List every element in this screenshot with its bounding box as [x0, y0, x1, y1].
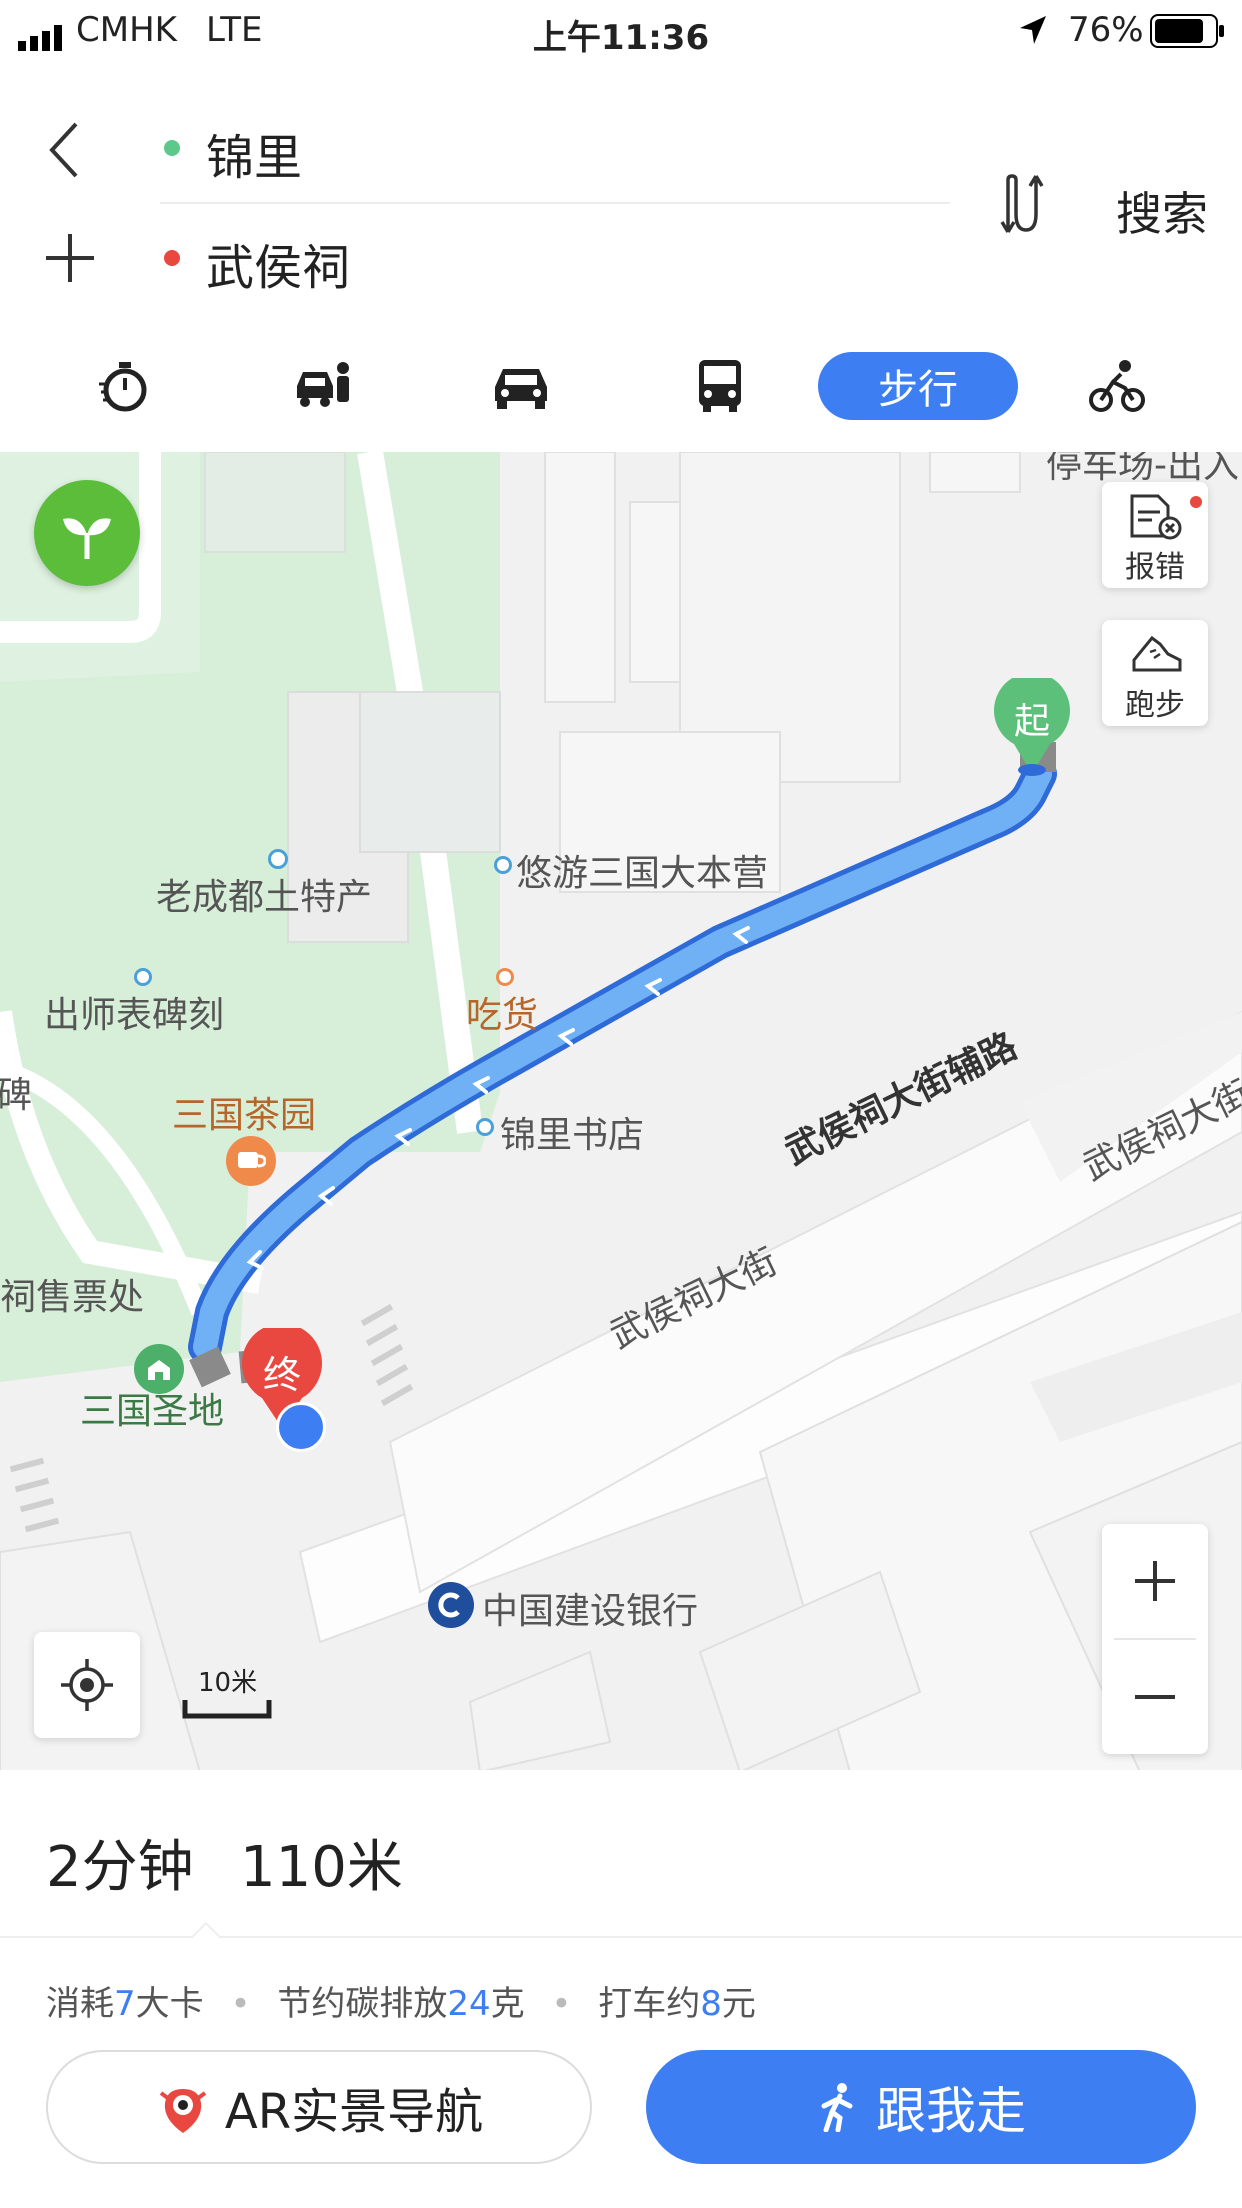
parking-pin-icon [276, 1402, 326, 1452]
map-label: 出师表碑刻 [44, 995, 225, 1036]
running-label: 跑步 [1125, 688, 1185, 723]
origin-text: 锦里 [206, 130, 303, 186]
walking-person-icon [821, 2083, 853, 2132]
map-view[interactable]: 停车场-出入口 老成都土特产 悠游三国大本营 出师表碑刻 吃货 明碑 三国茶园 … [0, 452, 1242, 1770]
swap-route-icon[interactable] [996, 174, 1056, 238]
locate-icon [61, 1659, 113, 1711]
battery-icon [1150, 14, 1226, 57]
scale-bar: 10米 [182, 1662, 272, 1722]
battery-percent: 76% [1068, 10, 1144, 50]
add-waypoint-icon[interactable] [44, 232, 96, 288]
mode-bike[interactable] [1017, 352, 1217, 420]
taxi-icon [297, 362, 349, 407]
ar-navigation-label: AR实景导航 [224, 2084, 484, 2140]
calories-prefix: 消耗 [46, 1984, 114, 2024]
mode-walk[interactable]: 步行 [818, 352, 1018, 420]
car-icon [495, 369, 547, 409]
cafe-icon [226, 1136, 276, 1186]
clock: 上午11:36 [532, 18, 710, 58]
carbon-value: 24 [447, 1984, 491, 2024]
carbon-prefix: 节约碳排放 [277, 1984, 448, 2024]
separator-dot: • [551, 1984, 572, 2024]
locate-button[interactable] [34, 1632, 140, 1738]
poi-dot [134, 968, 152, 986]
search-button[interactable]: 搜索 [1116, 178, 1208, 244]
panel-notch [191, 1921, 221, 1951]
separator-dot: • [230, 1984, 251, 2024]
route-stats: 消耗7大卡 • 节约碳排放24克 • 打车约8元 [46, 1976, 756, 2025]
minus-icon [1135, 1695, 1175, 1699]
duration-text: 2分钟 [46, 1835, 194, 1900]
map-label: 老成都土特产 [156, 877, 373, 918]
mode-taxi[interactable] [223, 352, 423, 420]
notification-dot [1190, 496, 1202, 508]
ar-navigation-button[interactable]: AR实景导航 [46, 2050, 592, 2164]
map-label: 三国茶园 [172, 1095, 317, 1136]
destination-dot [164, 250, 180, 266]
map-label: 明碑 [0, 1075, 33, 1116]
ar-mascot-icon [159, 2089, 207, 2133]
map-label: 侯祠售票处 [0, 1277, 145, 1318]
transport-mode-bar: 步行 [0, 342, 1242, 452]
taxi-value: 8 [700, 1984, 722, 2024]
map-label: 悠游三国大本营 [516, 853, 769, 894]
leaf-icon[interactable] [34, 480, 140, 586]
route-header: 锦里 武侯祠 搜索 步行 [0, 62, 1242, 452]
poi-dot [494, 856, 512, 874]
poi-dot [496, 968, 514, 986]
report-error-label: 报错 [1125, 550, 1185, 585]
mode-bus[interactable] [620, 352, 820, 420]
taxi-prefix: 打车约 [598, 1984, 701, 2024]
destination-text: 武侯祠 [206, 240, 351, 296]
report-error-button[interactable]: 报错 [1102, 482, 1208, 588]
taxi-unit: 元 [721, 1984, 756, 2024]
mode-drive[interactable] [421, 352, 621, 420]
bus-icon [699, 360, 741, 412]
route-summary-panel: 2分钟 110米 消耗7大卡 • 节约碳排放24克 • 打车约8元 AR实景导航… [0, 1770, 1242, 2208]
end-marker-label: 终 [262, 1353, 301, 1397]
calories-value: 7 [114, 1984, 136, 2024]
location-arrow-icon [1018, 14, 1048, 55]
stopwatch-icon [99, 362, 147, 412]
scale-label: 10米 [198, 1668, 258, 1698]
follow-me-label: 跟我走 [876, 2082, 1026, 2140]
poi-dot [476, 1118, 494, 1136]
calories-unit: 大卡 [135, 1984, 204, 2024]
origin-dot [164, 140, 180, 156]
distance-text: 110米 [240, 1835, 403, 1900]
bike-icon [1089, 360, 1145, 412]
report-doc-icon [1130, 494, 1182, 540]
running-button[interactable]: 跑步 [1102, 620, 1208, 726]
route-divider [160, 202, 950, 204]
map-label: 锦里书店 [500, 1115, 645, 1156]
origin-field[interactable]: 锦里 [160, 98, 950, 198]
map-label: 中国建设银行 [482, 1591, 699, 1632]
mode-fastest[interactable] [25, 352, 225, 420]
start-marker: 起 [994, 678, 1070, 778]
summary-header[interactable]: 2分钟 110米 [0, 1770, 1242, 1951]
back-icon[interactable] [44, 120, 84, 184]
start-marker-label: 起 [1013, 701, 1050, 742]
follow-me-button[interactable]: 跟我走 [646, 2050, 1196, 2164]
zoom-out-button[interactable] [1102, 1640, 1208, 1754]
mode-walk-label: 步行 [878, 367, 958, 413]
map-label: 吃货 [466, 995, 539, 1036]
zoom-in-button[interactable] [1102, 1524, 1208, 1638]
bank-icon [428, 1582, 474, 1628]
carbon-unit: 克 [490, 1984, 525, 2024]
map-label: 三国圣地 [80, 1391, 225, 1432]
status-bar: CMHK LTE 上午11:36 76% [0, 0, 1242, 62]
destination-field[interactable]: 武侯祠 [160, 208, 950, 308]
zoom-control [1102, 1524, 1208, 1754]
poi-dot [268, 849, 288, 869]
shoe-icon [1132, 635, 1182, 672]
plus-icon [1135, 1561, 1175, 1601]
